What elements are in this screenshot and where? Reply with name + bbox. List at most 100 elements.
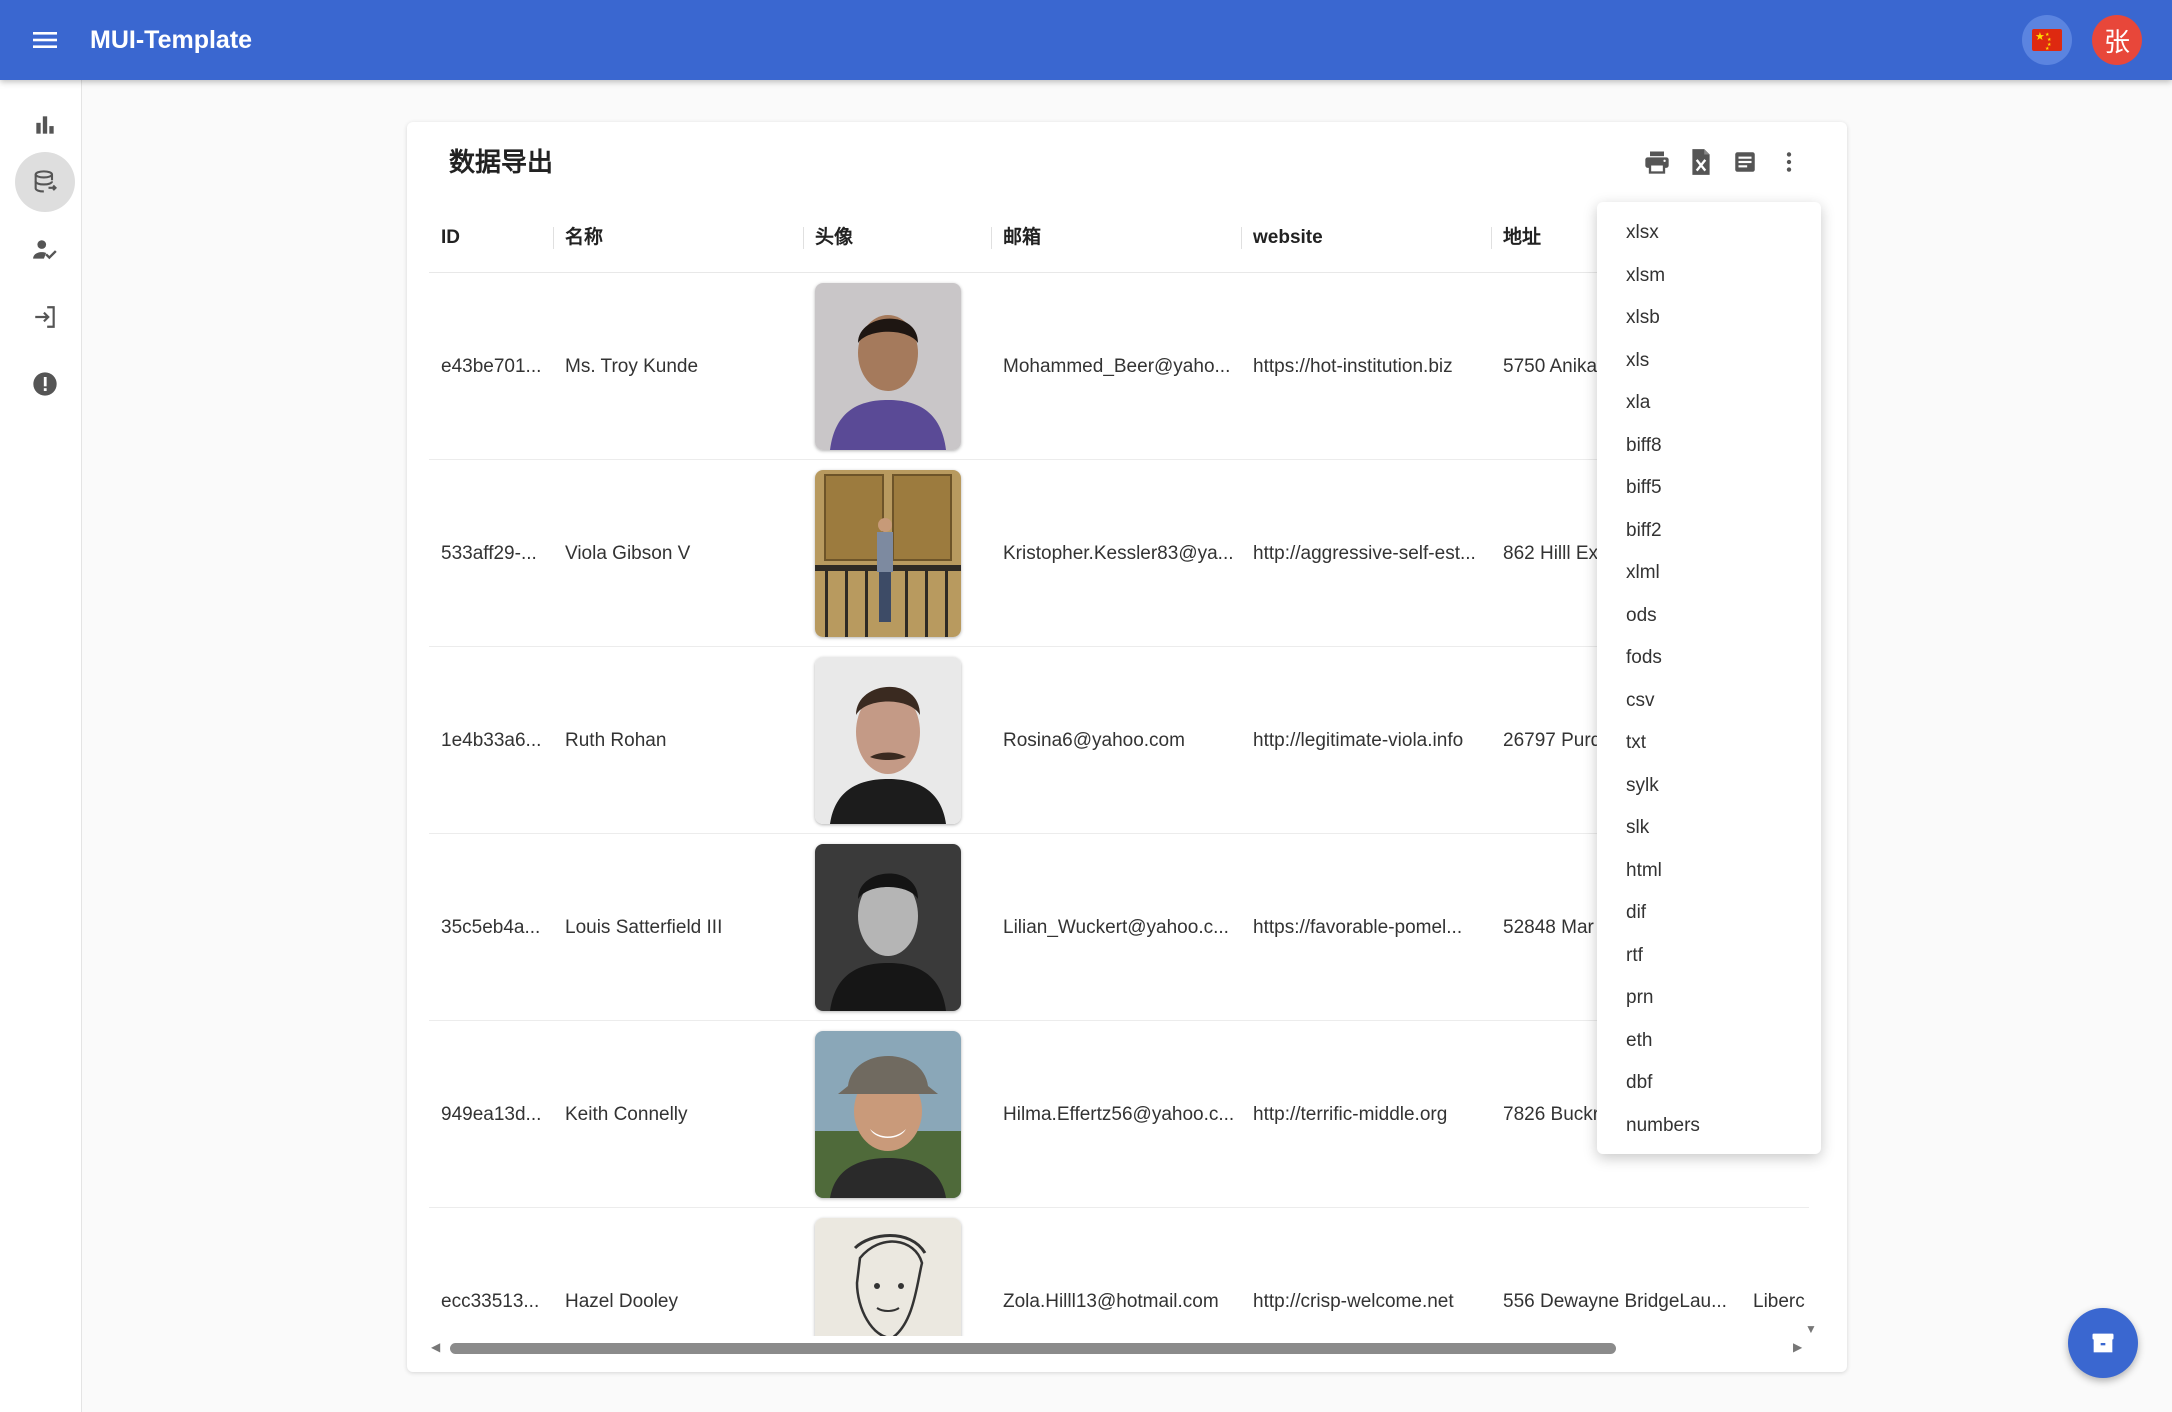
menu-item-biff8[interactable]: biff8 — [1597, 425, 1821, 468]
app-bar: MUI-Template ★ ★ ★ ★ ★ 张 — [0, 0, 2172, 80]
menu-item-xlsb[interactable]: xlsb — [1597, 297, 1821, 340]
nav-item-data-export[interactable] — [15, 152, 75, 212]
menu-item-biff2[interactable]: biff2 — [1597, 510, 1821, 553]
cell-avatar — [803, 1021, 991, 1208]
column-header-avatar[interactable]: 头像 — [803, 202, 991, 273]
print-button[interactable] — [1639, 144, 1675, 180]
cell-website: http://crisp-welcome.net — [1253, 1290, 1454, 1312]
menu-item-numbers[interactable]: numbers — [1597, 1105, 1821, 1148]
floating-action-button[interactable] — [2068, 1308, 2138, 1378]
export-format-menu: xlsx xlsm xlsb xls xla biff8 biff5 biff2 xlml ods… — [1597, 202, 1821, 1154]
cell-id: 35c5eb4a... — [441, 916, 541, 938]
menu-item-csv[interactable]: csv — [1597, 680, 1821, 723]
excel-export-button[interactable] — [1683, 144, 1719, 180]
nav-item-dashboard[interactable] — [15, 95, 75, 155]
menu-item-xlsm[interactable]: xlsm — [1597, 255, 1821, 298]
column-header-id[interactable]: ID — [429, 202, 553, 273]
cell-id: 949ea13d... — [441, 1103, 542, 1125]
cell-email: Lilian_Wuckert@yahoo.c... — [1003, 916, 1229, 938]
nav-item-error[interactable] — [15, 354, 75, 414]
hamburger-menu-icon — [33, 32, 57, 48]
cell-extra: Liberc — [1753, 1290, 1805, 1312]
column-header-email[interactable]: 邮箱 — [991, 202, 1241, 273]
cell-email: Hilma.Effertz56@yahoo.c... — [1003, 1103, 1235, 1125]
table-row[interactable]: ecc33513... Hazel Dooley Zola.Hilll13@ho… — [429, 1208, 1809, 1336]
database-icon — [34, 170, 57, 193]
avatar-photo — [815, 283, 961, 450]
bar-chart-icon — [36, 116, 54, 134]
menu-item-slk[interactable]: slk — [1597, 807, 1821, 850]
cell-avatar — [803, 647, 991, 834]
archive-icon — [2092, 1333, 2114, 1353]
document-icon — [1735, 152, 1755, 172]
error-icon — [33, 372, 57, 396]
cell-avatar — [803, 834, 991, 1021]
cell-name: Keith Connelly — [565, 1103, 688, 1125]
more-vert-icon — [1786, 152, 1792, 172]
column-header-name[interactable]: 名称 — [553, 202, 803, 273]
menu-item-xlsx[interactable]: xlsx — [1597, 212, 1821, 255]
menu-item-xlml[interactable]: xlml — [1597, 552, 1821, 595]
scroll-down-arrow-icon[interactable]: ▼ — [1805, 1322, 1817, 1336]
language-button[interactable]: ★ ★ ★ ★ ★ — [2022, 15, 2072, 65]
menu-item-eth[interactable]: eth — [1597, 1020, 1821, 1063]
cell-id: 1e4b33a6... — [441, 729, 542, 751]
more-options-button[interactable] — [1771, 144, 1807, 180]
cell-website: http://terrific-middle.org — [1253, 1103, 1448, 1125]
menu-item-prn[interactable]: prn — [1597, 977, 1821, 1020]
avatar-photo — [815, 1031, 961, 1198]
cell-email: Kristopher.Kessler83@ya... — [1003, 542, 1234, 564]
cell-name: Louis Satterfield III — [565, 916, 723, 938]
menu-item-sylk[interactable]: sylk — [1597, 765, 1821, 808]
cell-name: Viola Gibson V — [565, 542, 691, 564]
cell-name: Hazel Dooley — [565, 1290, 678, 1312]
cell-id: ecc33513... — [441, 1290, 540, 1312]
menu-item-txt[interactable]: txt — [1597, 722, 1821, 765]
cell-email: Mohammed_Beer@yaho... — [1003, 355, 1231, 377]
menu-item-dif[interactable]: dif — [1597, 892, 1821, 935]
menu-item-rtf[interactable]: rtf — [1597, 935, 1821, 978]
nav-item-login[interactable] — [15, 287, 75, 347]
cell-id: 533aff29-... — [441, 542, 537, 564]
cell-avatar — [803, 460, 991, 647]
menu-item-ods[interactable]: ods — [1597, 595, 1821, 638]
scroll-right-arrow-icon[interactable]: ▶ — [1793, 1340, 1802, 1354]
cell-avatar — [803, 273, 991, 460]
scrollbar-thumb[interactable] — [450, 1343, 1616, 1354]
menu-item-html[interactable]: html — [1597, 850, 1821, 893]
menu-item-xla[interactable]: xla — [1597, 382, 1821, 425]
avatar-photo — [815, 657, 961, 824]
excel-icon — [1692, 149, 1710, 175]
menu-toggle-button[interactable] — [20, 15, 70, 65]
menu-item-xls[interactable]: xls — [1597, 340, 1821, 383]
column-header-website[interactable]: website — [1241, 202, 1491, 273]
cell-email: Zola.Hilll13@hotmail.com — [1003, 1290, 1219, 1312]
side-nav — [0, 80, 82, 1412]
user-avatar[interactable]: 张 — [2092, 15, 2142, 65]
cell-website: http://legitimate-viola.info — [1253, 729, 1464, 751]
china-flag-icon: ★ ★ ★ ★ ★ — [2032, 29, 2062, 52]
page-title: 数据导出 — [449, 147, 554, 177]
print-icon — [1645, 151, 1669, 174]
cell-email: Rosina6@yahoo.com — [1003, 729, 1185, 751]
cell-name: Ruth Rohan — [565, 729, 667, 751]
nav-item-user-check[interactable] — [15, 220, 75, 280]
cell-id: e43be701... — [441, 355, 542, 377]
cell-avatar — [803, 1208, 991, 1336]
document-export-button[interactable] — [1727, 144, 1763, 180]
menu-item-biff5[interactable]: biff5 — [1597, 467, 1821, 510]
menu-item-dbf[interactable]: dbf — [1597, 1062, 1821, 1105]
cell-name: Ms. Troy Kunde — [565, 355, 699, 377]
menu-item-fods[interactable]: fods — [1597, 637, 1821, 680]
avatar-photo — [815, 470, 961, 637]
app-title: MUI-Template — [90, 25, 253, 54]
export-toolbar — [1639, 144, 1807, 180]
login-icon — [35, 306, 55, 328]
cell-address: 556 Dewayne BridgeLau... — [1503, 1290, 1727, 1312]
scroll-left-arrow-icon[interactable]: ◀ — [431, 1340, 440, 1354]
avatar-photo — [815, 1218, 961, 1336]
cell-website: http://aggressive-self-est... — [1253, 542, 1476, 564]
person-check-icon — [33, 240, 57, 260]
horizontal-scrollbar[interactable]: ◀ ▶ — [429, 1337, 1809, 1357]
avatar-photo — [815, 844, 961, 1011]
